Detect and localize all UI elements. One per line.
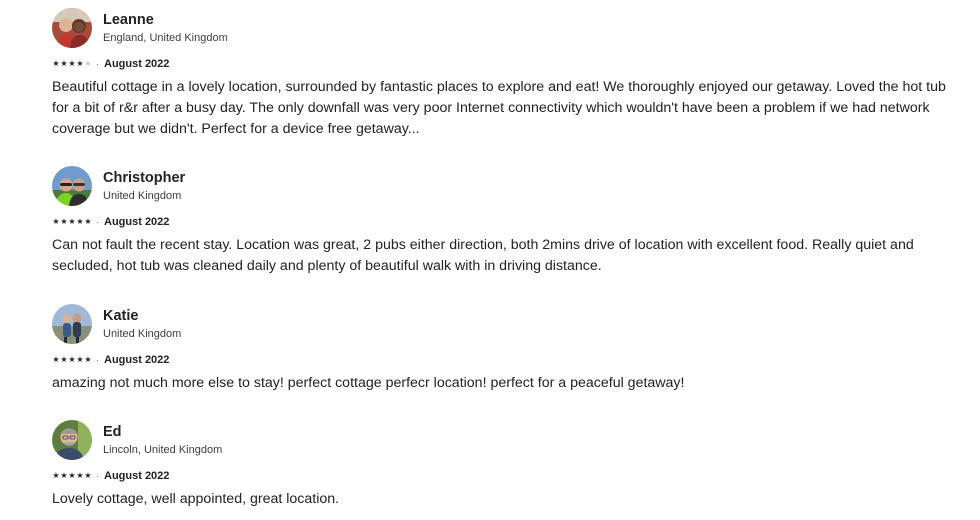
star-rating: ★ ★ ★ ★ ★ (52, 218, 92, 226)
reviewer-location: United Kingdom (103, 328, 182, 340)
star-icon: ★ (52, 355, 60, 364)
reviewer-name: Katie (103, 308, 139, 324)
star-icon: ★ (52, 59, 60, 68)
reviewer-location: Lincoln, United Kingdom (103, 444, 223, 456)
review-item: Katie United Kingdom ★ ★ ★ ★ ★ · August 2022… (52, 304, 957, 394)
reviewer-name: Ed (103, 424, 122, 440)
user-photo-icon (52, 304, 92, 344)
user-photo-icon (52, 166, 92, 206)
star-icon: ★ (68, 471, 76, 480)
star-icon: ★ (52, 217, 60, 226)
avatar[interactable] (52, 420, 92, 460)
separator-dot: · (96, 355, 99, 365)
star-icon: ★ (68, 217, 76, 226)
reviews-list: Leanne England, United Kingdom ★ ★ ★ ★ ★ · A… (0, 0, 980, 520)
review-text: Beautiful cottage in a lovely location, … (52, 79, 946, 137)
review-meta: ★ ★ ★ ★ ★ · August 2022 (52, 469, 957, 483)
star-icon: ★ (68, 59, 76, 68)
reviewer-name: Leanne (103, 12, 154, 28)
review-date: August 2022 (104, 216, 170, 228)
review-date: August 2022 (104, 354, 170, 366)
review-header: Ed Lincoln, United Kingdom (52, 420, 957, 460)
separator-dot: · (96, 217, 99, 227)
separator-dot: · (96, 59, 99, 69)
reviewer-name: Christopher (103, 170, 186, 186)
star-icon: ★ (60, 59, 68, 68)
star-icon: ★ (76, 217, 84, 226)
review-item: Ed Lincoln, United Kingdom ★ ★ ★ ★ ★ · Augus… (52, 420, 957, 510)
avatar[interactable] (52, 304, 92, 344)
review-date: August 2022 (104, 470, 170, 482)
star-rating: ★ ★ ★ ★ ★ (52, 356, 92, 364)
star-icon: ★ (60, 355, 68, 364)
review-date: August 2022 (104, 58, 170, 70)
review-text: amazing not much more else to stay! perf… (52, 375, 685, 391)
review-meta: ★ ★ ★ ★ ★ · August 2022 (52, 353, 957, 367)
star-icon: ★ (84, 217, 92, 226)
review-text: Can not fault the recent stay. Location … (52, 237, 914, 274)
review-meta: ★ ★ ★ ★ ★ · August 2022 (52, 57, 957, 71)
reviewer-location: United Kingdom (103, 190, 182, 202)
star-icon: ★ (60, 217, 68, 226)
star-rating: ★ ★ ★ ★ ★ (52, 60, 92, 68)
avatar[interactable] (52, 166, 92, 206)
star-icon: ★ (76, 59, 84, 68)
reviewer-location: England, United Kingdom (103, 32, 228, 44)
review-header: Christopher United Kingdom (52, 166, 957, 206)
review-item: Leanne England, United Kingdom ★ ★ ★ ★ ★ · A… (52, 8, 957, 140)
user-photo-icon (52, 8, 92, 48)
avatar[interactable] (52, 8, 92, 48)
review-meta: ★ ★ ★ ★ ★ · August 2022 (52, 215, 957, 229)
star-icon: ★ (76, 355, 84, 364)
review-header: Leanne England, United Kingdom (52, 8, 957, 48)
star-icon: ★ (84, 471, 92, 480)
separator-dot: · (96, 471, 99, 481)
star-icon: ★ (84, 355, 92, 364)
star-icon: ★ (76, 471, 84, 480)
star-icon: ★ (52, 471, 60, 480)
review-header: Katie United Kingdom (52, 304, 957, 344)
review-item: Christopher United Kingdom ★ ★ ★ ★ ★ · Augus… (52, 166, 957, 277)
star-rating: ★ ★ ★ ★ ★ (52, 472, 92, 480)
user-photo-icon (52, 420, 92, 460)
review-text: Lovely cottage, well appointed, great lo… (52, 491, 340, 507)
star-icon: ★ (68, 355, 76, 364)
star-icon: ★ (60, 471, 68, 480)
star-icon: ★ (84, 59, 92, 68)
